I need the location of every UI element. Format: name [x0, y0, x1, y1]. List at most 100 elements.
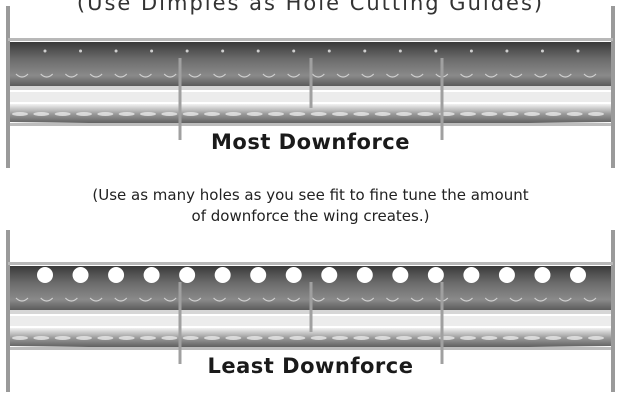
- least-cut-hole: [463, 267, 480, 283]
- least-cut-hole: [392, 267, 409, 283]
- most-dimple: [150, 49, 154, 53]
- least-flap-slot: [332, 336, 348, 340]
- least-flap-slot: [97, 336, 114, 340]
- most-flap-slot: [332, 112, 348, 116]
- most-flap-slot: [182, 112, 199, 116]
- most-flap-slot: [353, 112, 370, 116]
- most-flap-slot: [502, 112, 519, 116]
- least-flap-slot: [545, 336, 562, 340]
- most-support-strut: [178, 58, 182, 140]
- least-cut-hole: [498, 267, 515, 283]
- most-dimple: [43, 49, 47, 53]
- least-flap-slot: [33, 336, 50, 340]
- least-flap-slot: [76, 336, 92, 340]
- least-flap-slot: [161, 336, 178, 340]
- most-flap-slot: [460, 112, 476, 116]
- most-flap-slot: [140, 112, 156, 116]
- least-cut-hole: [143, 267, 160, 283]
- most-flap-slot: [566, 112, 583, 116]
- most-flap-slot: [33, 112, 50, 116]
- most-dimple: [398, 49, 402, 53]
- most-flap-slot: [289, 112, 306, 116]
- least-cut-hole: [570, 267, 586, 283]
- most-dimple: [185, 49, 189, 53]
- most-dimple: [114, 49, 118, 53]
- most-downforce-label: Most Downforce: [211, 130, 410, 154]
- holes-note-line-1: (Use as many holes as you see fit to fin…: [92, 186, 529, 204]
- least-cut-hole: [285, 267, 302, 283]
- least-flap-slot: [353, 336, 370, 340]
- least-flap-slot: [12, 336, 28, 340]
- least-flap-slot: [396, 336, 412, 340]
- most-flap-slot: [417, 112, 434, 116]
- least-support-strut: [309, 282, 313, 332]
- most-dimple: [469, 49, 473, 53]
- holes-note: (Use as many holes as you see fit to fin…: [0, 185, 621, 227]
- most-flap-slot: [225, 112, 242, 116]
- least-flap-slot: [225, 336, 242, 340]
- most-dimple: [292, 49, 296, 53]
- least-flap-slot: [374, 336, 391, 340]
- least-flap-slot: [566, 336, 583, 340]
- least-flap-slot: [289, 336, 306, 340]
- least-cut-hole: [72, 267, 89, 283]
- most-support-strut: [309, 58, 313, 108]
- most-flap-slot: [97, 112, 114, 116]
- least-cut-hole: [108, 267, 125, 283]
- most-flap-slot: [524, 112, 540, 116]
- most-dimple: [256, 49, 260, 53]
- least-flap-slot: [502, 336, 519, 340]
- most-flap-slot: [12, 112, 28, 116]
- most-flap-slot: [374, 112, 391, 116]
- least-flap-slot: [246, 336, 263, 340]
- most-dimple: [79, 49, 83, 53]
- most-flap-slot: [545, 112, 562, 116]
- most-flap-slot: [268, 112, 284, 116]
- most-dimple: [363, 49, 367, 53]
- least-flap-slot: [310, 336, 327, 340]
- most-support-strut: [440, 58, 444, 140]
- most-flap-slot: [396, 112, 412, 116]
- least-flap-slot: [182, 336, 199, 340]
- least-cut-hole: [427, 267, 444, 283]
- most-dimple: [221, 49, 225, 53]
- least-flap-slot: [268, 336, 284, 340]
- least-cut-hole: [356, 267, 373, 283]
- least-cut-hole: [37, 267, 53, 283]
- most-flap-slot: [54, 112, 71, 116]
- most-dimple: [327, 49, 331, 53]
- least-cut-hole: [179, 267, 196, 283]
- most-dimple: [576, 49, 580, 53]
- least-flap-slot: [588, 336, 604, 340]
- least-cut-hole: [534, 267, 551, 283]
- least-top-rail: [8, 262, 613, 265]
- most-flap-slot: [588, 112, 604, 116]
- most-flap-slot: [310, 112, 327, 116]
- least-cut-hole: [214, 267, 231, 283]
- least-downforce-label: Least Downforce: [207, 354, 414, 378]
- most-flap-edge: [10, 123, 611, 126]
- least-flap-slot: [417, 336, 434, 340]
- most-flap-slot: [161, 112, 178, 116]
- least-support-strut: [440, 282, 444, 364]
- least-flap-slot: [204, 336, 220, 340]
- least-flap-slot: [118, 336, 135, 340]
- least-flap-slot: [460, 336, 476, 340]
- least-flap-slot: [524, 336, 540, 340]
- least-flap-slot: [54, 336, 71, 340]
- most-top-rail: [8, 38, 613, 41]
- most-dimple: [434, 49, 438, 53]
- most-flap-slot: [246, 112, 263, 116]
- most-flap-slot: [118, 112, 135, 116]
- least-flap-edge: [10, 347, 611, 350]
- most-flap-slot: [204, 112, 220, 116]
- most-dimple: [540, 49, 544, 53]
- least-cut-hole: [250, 267, 267, 283]
- most-flap-slot: [481, 112, 498, 116]
- most-dimple: [505, 49, 509, 53]
- most-flap-slot: [76, 112, 92, 116]
- least-flap-slot: [481, 336, 498, 340]
- least-flap-slot: [140, 336, 156, 340]
- least-cut-hole: [321, 267, 338, 283]
- least-support-strut: [178, 282, 182, 364]
